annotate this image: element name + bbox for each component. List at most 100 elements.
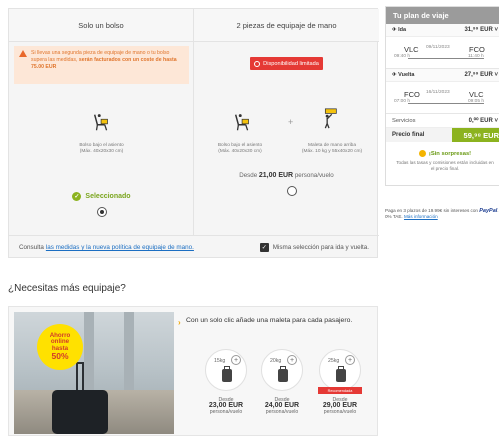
price-suffix: persona/vuelo (294, 172, 334, 179)
add-icon[interactable]: + (287, 355, 297, 365)
airport-suitcase-photo: Ahorro online hasta 50% (14, 312, 174, 434)
seat-bag-icon (93, 114, 108, 131)
final-price-label: Precio final (392, 132, 425, 138)
return-origin: FCO (404, 90, 420, 99)
suitcase-icon (278, 366, 288, 382)
no-surprises-heading: ¡Sin sorpresas! (386, 150, 499, 157)
warning-icon (19, 50, 27, 57)
option-one-bag[interactable]: Solo un bolso Si llevas una segunda piez… (9, 9, 194, 235)
return-date: 16/11/2023 (426, 90, 450, 95)
services-amount-value: 0,⁰⁰ EUR (468, 118, 493, 124)
outbound-label: Ida (398, 27, 407, 33)
photo-suitcase-handle (76, 362, 84, 392)
return-label: Vuelta (398, 72, 415, 78)
two-bags-caption-2-line2: (Máx. 10 kg y 55x40x20 cm) (301, 149, 363, 154)
return-destination: VLC (469, 90, 484, 99)
option-weight: 20kg (270, 358, 282, 364)
outbound-header[interactable]: ✈ Ida 31,⁹⁹ EUR ˅ (386, 24, 499, 37)
footer-prefix: Consulta (19, 244, 44, 251)
recommended-badge: Recomendada (318, 387, 362, 394)
price-value: 21,00 EUR (258, 172, 294, 179)
more-luggage-card: Ahorro online hasta 50% › Con un solo cl… (8, 306, 378, 436)
photo-suitcase (52, 390, 108, 434)
no-surprises-description: Todas las tasas y comisiones están inclu… (396, 160, 494, 171)
paypal-text: Paga en 3 plazos de 19.99€ sin intereses… (385, 208, 478, 213)
return-arrival-time: 09:05 h (468, 99, 485, 104)
option-price-value: 24,00 EUR (264, 402, 300, 410)
oversize-warning: Si llevas una segunda pieza de equipaje … (14, 46, 189, 84)
suitcase-option-20kg[interactable]: 20kg + (261, 349, 303, 391)
two-bags-caption-1-line2: (Máx. 40x20x30 cm) (218, 149, 262, 154)
outbound-origin: VLC (404, 45, 419, 54)
seat-bag-icon (234, 114, 249, 131)
check-icon: ✓ (72, 192, 82, 201)
option-20kg-price: Desde 24,00 EUR persona/vuelo (254, 397, 310, 416)
outbound-date: 09/11/2023 (426, 45, 450, 50)
return-amount-value: 27,⁹⁹ EUR (464, 72, 493, 78)
option-two-bags[interactable]: 2 piezas de equipaje de mano Disponibili… (194, 9, 379, 235)
return-details: FCO 07:00 h 16/11/2023 VLC 09:05 h (386, 82, 499, 114)
outbound-details: VLC 09:40 h 09/11/2023 FCO 11:40 h (386, 37, 499, 69)
option-15kg-price: Desde 23,00 EUR persona/vuelo (198, 397, 254, 416)
one-bag-caption: Bolso bajo el asiento (Máx. 40x20x30 cm) (59, 143, 144, 155)
more-luggage-title: ¿Necesitas más equipaje? (8, 283, 126, 294)
baggage-policy-link[interactable]: las medidas y la nueva política de equip… (46, 244, 194, 251)
option-price-value: 29,00 EUR (322, 402, 358, 410)
photo-pillar (124, 312, 134, 390)
two-bags-caption-1: Bolso bajo el asiento (Máx. 40x20x30 cm) (200, 143, 280, 155)
services-amount: 0,⁰⁰ EUR ˅ (468, 118, 498, 124)
option-price-unit: persona/vuelo (209, 409, 243, 416)
services-label: Servicios (392, 117, 416, 124)
same-selection-label: Misma selección para ida y vuelta. (272, 244, 369, 251)
outbound-amount-value: 31,⁹⁹ EUR (464, 27, 493, 33)
add-icon[interactable]: + (231, 355, 241, 365)
two-bags-price: Desde 21,00 EUR persona/vuelo (194, 172, 379, 179)
baggage-options-card: Solo un bolso Si llevas una segunda piez… (8, 8, 379, 259)
paypal-more-info-link[interactable]: Más información (404, 214, 438, 219)
suitcase-option-15kg[interactable]: 15kg + (205, 349, 247, 391)
one-bag-caption-line2: (Máx. 40x20x30 cm) (79, 149, 124, 154)
return-label-wrap: ✈ Vuelta (392, 72, 415, 78)
outbound-arrival-time: 11:40 h (468, 54, 484, 59)
trip-plan-panel: Tu plan de viaje ✈ Ida 31,⁹⁹ EUR ˅ VLC 0… (385, 6, 499, 186)
chevron-right-icon: › (178, 318, 181, 327)
two-bags-radio[interactable] (287, 186, 297, 196)
same-selection-toggle[interactable]: ✓ Misma selección para ida y vuelta. (259, 243, 369, 252)
suitcase-option-25kg[interactable]: 25kg + (319, 349, 361, 391)
return-amount: 27,⁹⁹ EUR ˅ (464, 72, 498, 78)
selected-text: Seleccionado (85, 193, 131, 200)
checkbox-checked-icon[interactable]: ✓ (259, 243, 269, 252)
selected-indicator: ✓ Seleccionado (9, 192, 194, 201)
suitcase-icon (336, 366, 346, 382)
limited-availability-badge: Disponibilidad limitada (250, 57, 323, 70)
services-row[interactable]: Servicios 0,⁰⁰ EUR ˅ (386, 114, 499, 128)
clock-icon (254, 60, 261, 67)
option-price-value: 23,00 EUR (208, 402, 244, 410)
overhead-suitcase-icon (324, 108, 337, 129)
add-suitcase-offer-text: Con un solo clic añade una maleta para c… (186, 317, 353, 324)
option-price-unit: persona/vuelo (265, 409, 299, 416)
paypal-logo: PayPal (479, 208, 498, 214)
add-icon[interactable]: + (345, 355, 355, 365)
limited-availability-text: Disponibilidad limitada (263, 60, 319, 67)
return-header[interactable]: ✈ Vuelta 27,⁹⁹ EUR ˅ (386, 69, 499, 82)
online-savings-badge: Ahorro online hasta 50% (37, 324, 83, 370)
final-price-row: Precio final 59,⁹⁸ EUR (386, 128, 499, 142)
baggage-footer: Consulta las medidas y la nueva política… (9, 235, 379, 259)
option-two-bags-title: 2 piezas de equipaje de mano (194, 9, 379, 42)
promo-percentage: 50% (51, 351, 69, 362)
price-prefix: Desde (239, 172, 258, 179)
paypal-installments-note: Paga en 3 plazos de 19.99€ sin intereses… (385, 208, 499, 220)
no-surprises-text: ¡Sin sorpresas! (428, 150, 472, 157)
smile-icon (418, 150, 426, 157)
option-weight: 25kg (328, 358, 340, 364)
outbound-destination: FCO (469, 45, 485, 54)
one-bag-radio[interactable] (97, 207, 107, 217)
option-25kg-price: Desde 29,00 EUR persona/vuelo (312, 397, 368, 416)
suitcase-icon (222, 366, 232, 382)
outbound-amount: 31,⁹⁹ EUR ˅ (464, 27, 498, 33)
plus-icon: + (288, 117, 294, 127)
outbound-label-wrap: ✈ Ida (392, 27, 407, 33)
option-one-bag-title: Solo un bolso (9, 9, 193, 42)
trip-plan-title: Tu plan de viaje (386, 7, 499, 24)
